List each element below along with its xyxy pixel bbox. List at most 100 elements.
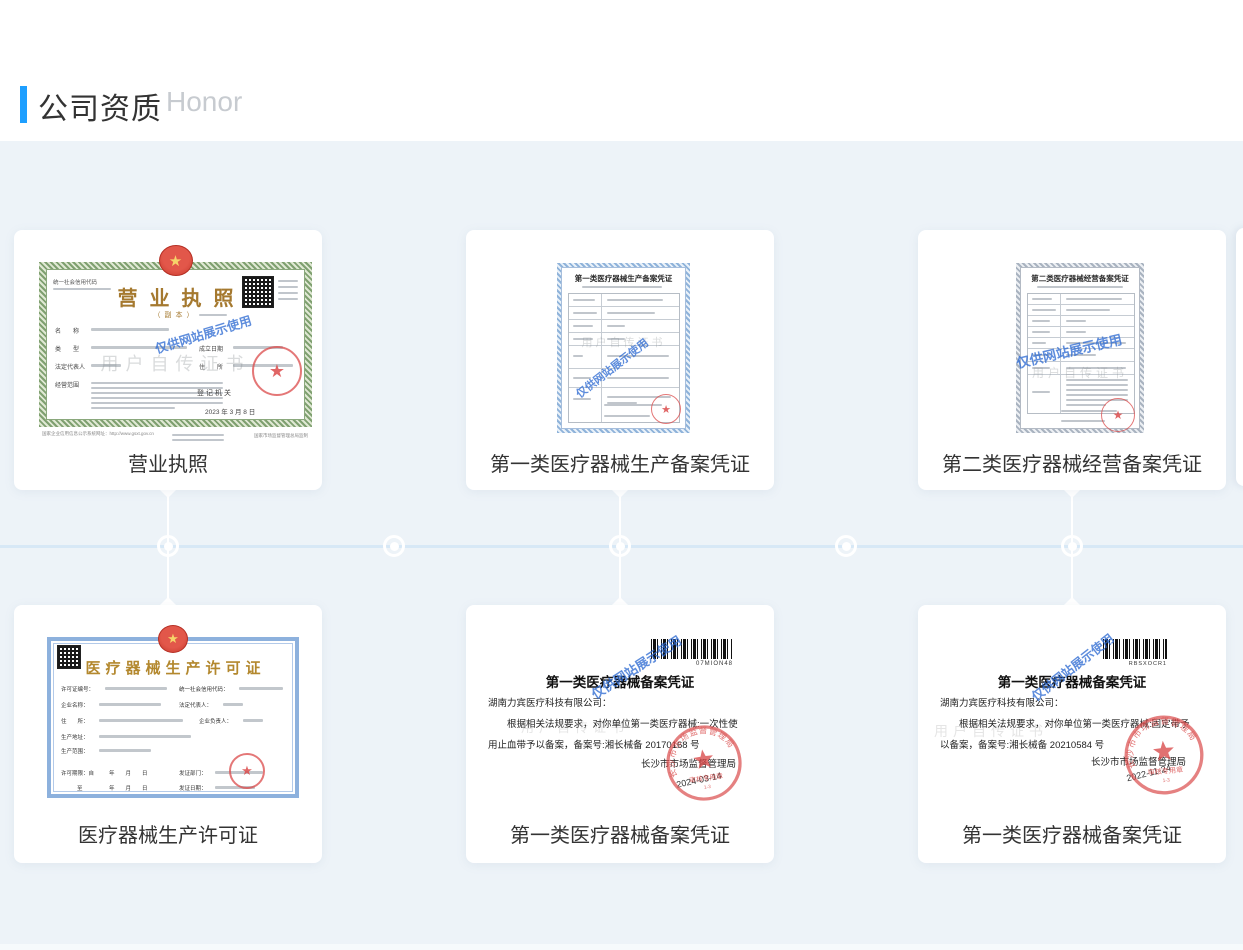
blurred-text (91, 382, 223, 384)
card-caption: 营业执照 (14, 448, 322, 477)
letter-body-line: 湖南力宾医疗科技有限公司： (488, 695, 758, 709)
partial-next-card[interactable] (1236, 228, 1243, 486)
qr-code (242, 276, 274, 308)
blurred-text (223, 703, 243, 706)
blurred-text (99, 735, 191, 738)
column-divider (601, 388, 602, 422)
blurred-text (91, 328, 169, 331)
watermark-gray: 用户自传证书 (101, 350, 251, 376)
blurred-text (278, 298, 298, 300)
table-row (1028, 316, 1134, 327)
seal-stamp: ★ (651, 394, 681, 424)
blurred-text (91, 402, 223, 404)
accent-bar (20, 86, 27, 123)
letter-body-line: 湖南力宾医疗科技有限公司： (940, 695, 1210, 709)
blurred-text (1037, 286, 1123, 288)
table-row (569, 320, 679, 333)
blurred-text (573, 312, 597, 314)
certificate-card-business-license[interactable]: ★ 统一社会信用代码 营业执照 （副本） 名 称 类 型 法定代表人 经营范围 (14, 230, 322, 490)
card-caption: 第一类医疗器械生产备案凭证 (466, 448, 774, 477)
timeline-dot (835, 535, 857, 557)
star-glyph: ★ (241, 763, 253, 779)
field-label: 企业负责人： (199, 717, 232, 725)
field-type-label: 类 型 (55, 344, 79, 353)
card-caption: 第二类医疗器械经营备案凭证 (918, 448, 1226, 477)
seal-stamp: 长沙市市场监督管理局 审核专用章 1-3 (1118, 709, 1209, 800)
star-glyph: ★ (269, 361, 285, 382)
field-label: 法定代表人： (179, 701, 212, 709)
seal-sub-label: 1-3 (1162, 777, 1170, 784)
blurred-text (607, 312, 655, 314)
blurred-text (1066, 298, 1122, 300)
blurred-text (243, 719, 263, 722)
connector-arrow-up-icon (160, 597, 176, 605)
field-label: 至 (77, 784, 83, 792)
column-divider (601, 307, 602, 319)
timeline-dot-center (164, 542, 173, 551)
blurred-text (573, 355, 583, 357)
field-label: 许可证编号： (61, 685, 94, 693)
star-glyph: ★ (167, 631, 179, 647)
blurred-text (582, 286, 662, 288)
field-legal-label: 法定代表人 (55, 362, 85, 371)
business-license-certificate: ★ 统一社会信用代码 营业执照 （副本） 名 称 类 型 法定代表人 经营范围 (39, 262, 312, 427)
timeline-dot-center (390, 542, 399, 551)
blurred-text (1032, 391, 1050, 393)
record-title: 第二类医疗器械经营备案凭证 (1021, 273, 1139, 284)
blurred-text (1066, 309, 1110, 311)
connector-arrow-up-icon (612, 597, 628, 605)
star-glyph: ★ (1113, 408, 1124, 422)
seal-stamp: ★ (1101, 398, 1135, 432)
certificate-card-record-letter[interactable]: RBSXOCR1 第一类医疗器械备案凭证 湖南力宾医疗科技有限公司： 根据相关法… (918, 605, 1226, 863)
blurred-text (199, 314, 227, 316)
seal-star-icon (1152, 740, 1174, 761)
watermark-gray: 用户自传证书 (1032, 364, 1128, 381)
certificate-card-record-letter[interactable]: 07MION48 第一类医疗器械备案凭证 湖南力宾医疗科技有限公司： 根据相关法… (466, 605, 774, 863)
page-subtitle: Honor (166, 86, 242, 118)
certificate-card-production-license[interactable]: ★ 医疗器械生产许可证 许可证编号： 统一社会信用代码： 企业名称： 法定代表人… (14, 605, 322, 863)
blurred-text (172, 434, 224, 436)
blurred-text (573, 325, 593, 327)
field-label: 发证部门： (179, 769, 207, 777)
blurred-text (573, 299, 595, 301)
table-row (569, 294, 679, 307)
card-caption: 医疗器械生产许可证 (14, 819, 322, 848)
table-row (569, 307, 679, 320)
certificate-card-operation-record[interactable]: 第二类医疗器械经营备案凭证 (918, 230, 1226, 490)
timeline-dot-center (616, 542, 625, 551)
field-name-label: 名 称 (55, 326, 79, 335)
seal-label: 审核专用章 (689, 771, 724, 785)
blurred-text (1032, 309, 1056, 311)
field-label: 许可期限：自 (61, 769, 94, 777)
barcode-number: 07MION48 (651, 661, 733, 667)
record-body: 第二类医疗器械经营备案凭证 (1020, 267, 1140, 429)
company-honor-page: 公司资质 Honor ★ 统一社会信用代码 营业执照 （副本） (0, 0, 1243, 950)
blurred-text (607, 299, 663, 301)
national-emblem-icon: ★ (159, 245, 193, 276)
certificate-card-production-record[interactable]: 第一类医疗器械生产备案凭证 ★ 用户自传证书 仅供网站展示使用 第一类医疗器 (466, 230, 774, 490)
blurred-text (105, 687, 167, 690)
seal-stamp: 长沙市市场监督管理局 审核专用章 1-3 (659, 718, 749, 808)
seal-arc-text: 长沙市市场监督管理局 (1120, 712, 1201, 771)
column-divider (1060, 316, 1061, 326)
page-title: 公司资质 (38, 84, 162, 128)
blurred-text (1066, 404, 1106, 406)
blurred-text (1066, 384, 1128, 386)
issue-date: 2023 年 3 月 8 日 (205, 406, 255, 416)
seal-stamp: ★ (229, 753, 265, 789)
license-footer-left: 国家企业信用信息公示系统网址：http://www.gsxt.gov.cn (42, 431, 162, 437)
svg-text:长沙市市场监督管理局: 长沙市市场监督管理局 (1120, 712, 1201, 771)
record-certificate: 第一类医疗器械生产备案凭证 ★ 用户自传证书 仅供网站展示使用 (557, 263, 690, 433)
blurred-text (607, 377, 669, 379)
blurred-text (604, 415, 650, 417)
blurred-text (99, 703, 161, 706)
seal-stamp: ★ (252, 346, 302, 396)
field-label: 生产范围： (61, 747, 89, 755)
record-certificate: 第二类医疗器械经营备案凭证 (1016, 263, 1144, 433)
field-label: 住 所： (61, 717, 89, 725)
timeline-dot (1061, 535, 1083, 557)
blurred-text (99, 719, 183, 722)
timeline-dot (157, 535, 179, 557)
watermark-gray: 用户自传证书 (934, 721, 1048, 741)
date-units: 年 月 日 (109, 769, 148, 777)
